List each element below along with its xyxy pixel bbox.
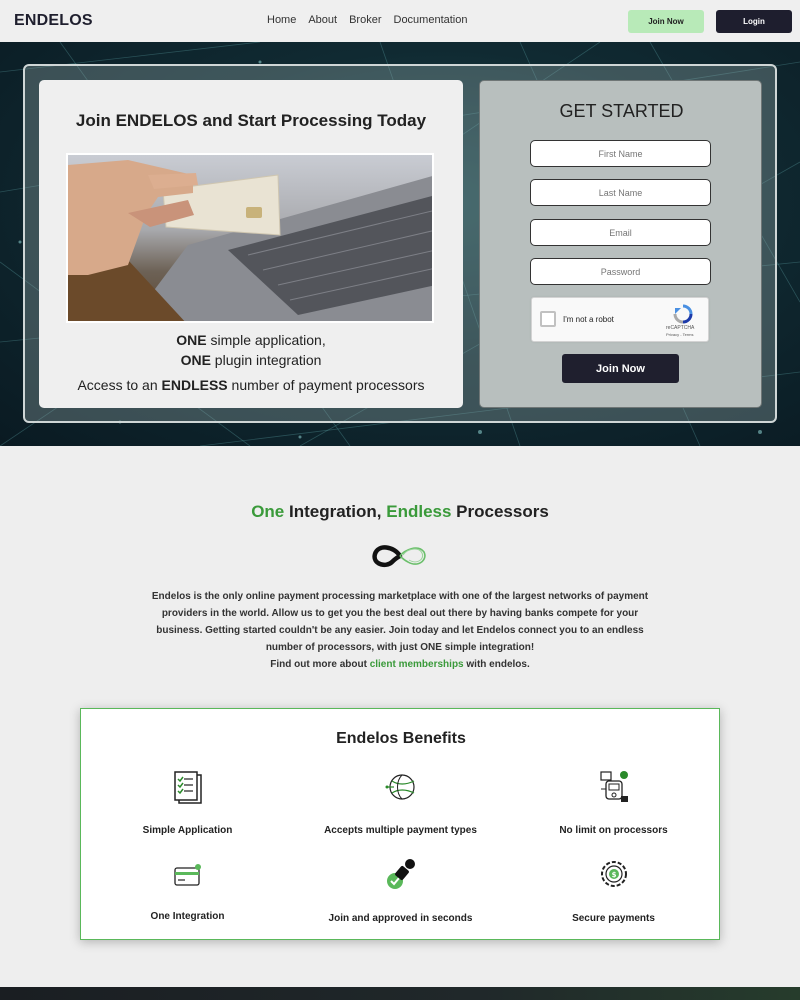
benefits-panel: Endelos Benefits Simple Application Acce…	[80, 708, 720, 940]
recaptcha-widget: I'm not a robot reCAPTCHA Privacy - Term…	[531, 297, 709, 342]
email-input[interactable]	[530, 219, 711, 246]
signup-join-now-button[interactable]: Join Now	[562, 354, 679, 383]
footer-strip	[0, 987, 800, 1000]
hero-section: Join ENDELOS and Start Processing Today …	[0, 42, 800, 446]
benefit-label: One Integration	[150, 911, 225, 922]
hero-photo-card-laptop	[66, 153, 434, 323]
recaptcha-label: I'm not a robot	[563, 315, 614, 324]
payment-terminal-icon	[599, 771, 628, 802]
signup-form-card: GET STARTED I'm not a robot reCAPTCHA Pr…	[479, 80, 762, 408]
checklist-icon	[173, 771, 202, 804]
last-name-input[interactable]	[530, 179, 711, 206]
tagline-one-plugin: ONE plugin integration	[180, 352, 322, 368]
hero-title: Join ENDELOS and Start Processing Today	[75, 111, 427, 130]
benefit-secure-payments: $ Secure payments	[507, 857, 720, 924]
nav-link-documentation[interactable]: Documentation	[394, 14, 468, 26]
nav-links: Home About Broker Documentation	[267, 14, 468, 26]
tagline-endless-processors: Access to an ENDLESS number of payment p…	[77, 377, 425, 393]
benefit-label: Accepts multiple payment types	[324, 825, 477, 836]
signup-title: GET STARTED	[559, 101, 684, 121]
benefit-one-integration: One Integration	[81, 861, 294, 922]
client-memberships-link[interactable]: client memberships	[370, 659, 464, 670]
nav-join-now-button[interactable]: Join Now	[628, 10, 704, 33]
nav-link-about[interactable]: About	[308, 14, 337, 26]
nav-login-button[interactable]: Login	[716, 10, 792, 33]
benefit-join-approved-seconds: Join and approved in seconds	[294, 857, 507, 924]
tagline-one-application: ONE simple application,	[176, 332, 326, 348]
stamp-approved-icon	[386, 859, 415, 889]
first-name-input[interactable]	[530, 140, 711, 167]
benefit-label: No limit on processors	[559, 825, 668, 836]
globe-network-icon	[385, 774, 415, 800]
benefit-multiple-payment-types: Accepts multiple payment types	[294, 769, 507, 836]
infinity-logo-icon	[372, 545, 426, 567]
credit-card-icon	[173, 864, 201, 886]
nav-link-broker[interactable]: Broker	[349, 14, 381, 26]
benefits-title: Endelos Benefits	[336, 730, 466, 747]
recaptcha-logo-icon	[673, 304, 693, 324]
benefit-label: Secure payments	[572, 913, 655, 924]
password-input[interactable]	[530, 258, 711, 285]
recaptcha-brand: reCAPTCHA	[666, 325, 695, 331]
top-navbar: ENDELOS Home About Broker Documentation …	[0, 0, 800, 42]
recaptcha-checkbox[interactable]	[540, 311, 556, 327]
benefit-label: Join and approved in seconds	[328, 913, 473, 924]
nav-link-home[interactable]: Home	[267, 14, 296, 26]
secure-gear-dollar-icon: $	[600, 861, 627, 887]
benefit-simple-application: Simple Application	[81, 769, 294, 836]
recaptcha-terms-link[interactable]: Privacy - Terms	[666, 332, 693, 337]
benefit-no-limit-processors: No limit on processors	[507, 769, 720, 836]
integration-description: Endelos is the only online payment proce…	[151, 591, 649, 670]
integration-heading: One Integration, Endless Processors	[251, 502, 549, 521]
benefit-label: Simple Application	[142, 825, 233, 836]
card-payment-illustration	[68, 160, 432, 321]
svg-text:$: $	[611, 871, 616, 879]
hero-info-card: Join ENDELOS and Start Processing Today …	[39, 80, 463, 408]
brand-logo[interactable]: ENDELOS	[14, 12, 93, 30]
